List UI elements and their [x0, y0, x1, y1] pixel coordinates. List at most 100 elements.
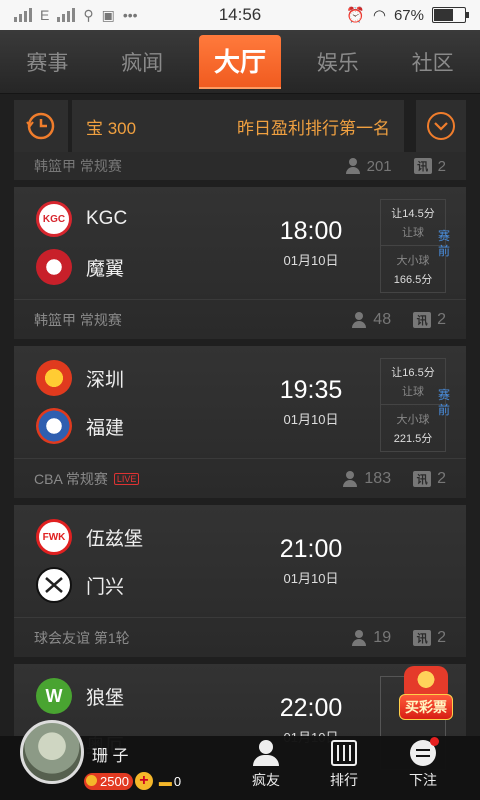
message-icon: 讯 [413, 629, 432, 646]
message-count: 2 [437, 469, 446, 487]
kickoff-time: 19:35 [279, 376, 343, 404]
league-label: 韩篮甲 常规赛 [34, 158, 122, 174]
home-team: 深圳 [36, 360, 124, 396]
home-team-name: KGC [86, 208, 128, 229]
add-coins-button[interactable]: + [134, 772, 153, 790]
kickoff-time: 22:00 [279, 694, 343, 722]
shenzhen-logo-icon [36, 360, 72, 396]
bet-icon [410, 737, 439, 766]
buy-lottery-ad[interactable]: 买彩票 [396, 666, 456, 722]
expand-button[interactable] [416, 100, 466, 152]
home-team: FWK 伍兹堡 [36, 519, 143, 555]
carrier-label: E [40, 7, 50, 23]
clock-icon [26, 112, 55, 140]
home-team-name: 深圳 [86, 369, 125, 391]
partial-match-footer: 韩篮甲 常规赛 201 讯 2 [14, 152, 466, 180]
spread-value: 让16.5分 [391, 367, 435, 379]
ranking-banner[interactable]: 宝 300 昨日盈利排行第一名 [72, 100, 404, 152]
ranking-description: 昨日盈利排行第一名 [237, 118, 390, 138]
status-bar: E ⚲ ▣ ••• 14:56 ⏰ ◠ 67% [0, 0, 480, 30]
ranking-bar: 宝 300 昨日盈利排行第一名 [14, 100, 466, 152]
away-team: 福建 [36, 408, 124, 444]
avatar[interactable] [20, 720, 84, 784]
bottom-bar: 珊 子 2500 + ▬ 0 疯友 排行 下注 [0, 720, 480, 800]
kickoff-time: 18:00 [279, 217, 343, 245]
fujian-logo-icon [36, 408, 72, 444]
total-value: 166.5分 [393, 273, 433, 286]
kickoff: 19:35 01月10日 [278, 376, 344, 428]
away-team-name: 福建 [86, 417, 125, 439]
league-label: 韩篮甲 常规赛 [34, 311, 122, 328]
total-label: 大小球 [396, 413, 430, 426]
signal-2-icon [57, 8, 76, 22]
viewers-count: 183 [364, 469, 392, 487]
lucky-character-icon [404, 666, 448, 696]
spread-label: 让球 [402, 227, 424, 239]
league-label: CBA 常规赛 [34, 470, 108, 487]
ingot-count: 0 [173, 773, 182, 789]
nav-friends[interactable]: 疯友 [236, 740, 296, 790]
kgc-logo-icon: KGC [36, 201, 72, 237]
match-card[interactable]: 深圳 福建 19:35 01月10日 让16.5分 让球 大小球 221.5分 [14, 346, 466, 498]
message-count: 2 [437, 157, 446, 175]
spread-label: 让球 [402, 386, 424, 398]
message-icon: 讯 [413, 470, 432, 487]
wurzburg-logo-icon: FWK [36, 519, 72, 555]
kickoff: 21:00 01月10日 [278, 535, 344, 587]
tab-events[interactable]: 赛事 [9, 47, 85, 77]
tab-entertainment[interactable]: 娱乐 [300, 47, 376, 77]
nav-friends-label: 疯友 [252, 772, 280, 788]
match-card[interactable]: FWK 伍兹堡 门兴 21:00 01月10日 球会友谊 第1轮 19 讯 2 [14, 505, 466, 657]
kickoff: 18:00 01月10日 [278, 217, 344, 269]
battery-icon [432, 7, 469, 23]
buy-lottery-label: 买彩票 [399, 694, 453, 720]
wifi-icon: ◠ [372, 7, 386, 24]
message-count: 2 [437, 628, 446, 646]
away-team: 门兴 [36, 567, 124, 603]
tab-lobby[interactable]: 大厅 [198, 34, 281, 89]
viewers-count: 48 [373, 310, 392, 328]
top-tab-bar: 赛事 疯闻 大厅 娱乐 社区 [0, 30, 480, 94]
viewers-count: 19 [373, 628, 392, 646]
battery-percent: 67% [393, 6, 424, 24]
usb-icon: ⚲ [83, 6, 94, 23]
ranking-icon [331, 740, 357, 766]
viewers-icon [342, 470, 358, 487]
app-notification-icon: ▣ [101, 6, 115, 23]
match-status: 赛前 [438, 388, 451, 417]
history-button[interactable] [14, 100, 68, 152]
more-icon: ••• [122, 7, 138, 23]
away-team-name: 魔翼 [86, 258, 125, 280]
home-team: W 狼堡 [36, 678, 124, 714]
message-icon: 讯 [413, 311, 432, 328]
total-label: 大小球 [396, 254, 430, 267]
phoenix-logo-icon [36, 249, 72, 285]
alarm-icon: ⏰ [346, 7, 365, 24]
match-card[interactable]: KGC KGC 魔翼 18:00 01月10日 让14.5分 让球 大小球 16… [14, 187, 466, 339]
home-team: KGC KGC [36, 201, 127, 237]
viewers-icon [351, 311, 367, 328]
odds-box[interactable]: 让16.5分 让球 大小球 221.5分 [380, 358, 446, 452]
tab-news[interactable]: 疯闻 [104, 47, 180, 77]
odds-box[interactable]: 让14.5分 让球 大小球 166.5分 [380, 199, 446, 293]
nav-ranking-label: 排行 [330, 772, 358, 788]
total-value: 221.5分 [393, 432, 433, 445]
nav-bet[interactable]: 下注 [393, 737, 453, 790]
kickoff-date: 01月10日 [283, 412, 339, 427]
home-team-name: 伍兹堡 [86, 528, 144, 550]
message-icon: 讯 [413, 158, 432, 174]
wallet: 2500 + ▬ 0 [84, 772, 181, 790]
wolfsburg-logo-icon: W [36, 678, 72, 714]
live-badge: LIVE [113, 472, 140, 485]
kickoff-date: 01月10日 [283, 571, 339, 586]
signal-icon [14, 8, 32, 22]
tab-community[interactable]: 社区 [395, 47, 471, 77]
nav-bet-label: 下注 [409, 772, 437, 788]
home-team-name: 狼堡 [86, 687, 125, 709]
notification-dot [430, 737, 439, 746]
friends-icon [251, 740, 281, 766]
kickoff-time: 21:00 [279, 535, 343, 563]
gladbach-logo-icon [36, 567, 72, 603]
message-count: 2 [437, 310, 446, 328]
nav-ranking[interactable]: 排行 [314, 740, 374, 790]
